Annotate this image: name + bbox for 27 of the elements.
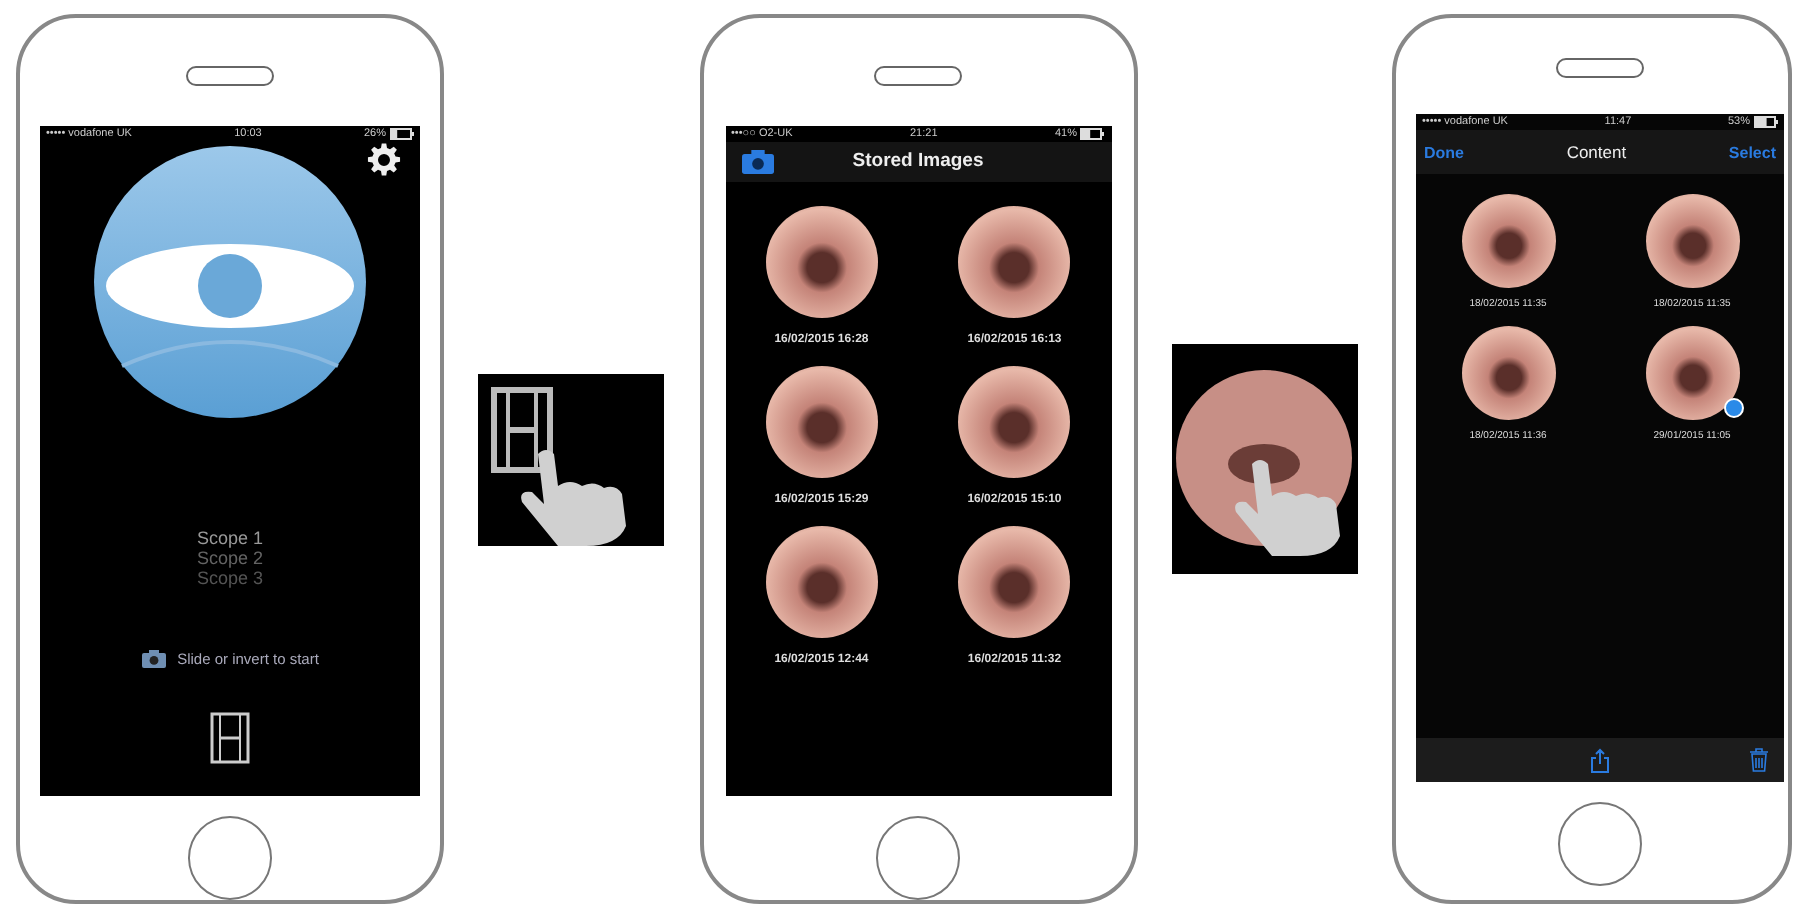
done-button[interactable]: Done [1424, 143, 1464, 161]
screen-title: Content [1566, 142, 1627, 162]
speaker-slot [186, 66, 274, 86]
settings-icon[interactable] [366, 141, 402, 178]
battery-icon [1080, 127, 1105, 140]
share-icon[interactable] [1589, 747, 1609, 773]
battery-icon [1754, 116, 1778, 128]
camera-icon [141, 649, 166, 668]
scope-option[interactable]: Scope 3 [196, 569, 264, 590]
film-strip-icon[interactable] [210, 711, 250, 764]
select-button[interactable]: Select [1728, 143, 1776, 161]
screen-title: Stored Images [852, 150, 984, 173]
eye-logo-icon [94, 145, 366, 418]
photo-placeholder[interactable] [1645, 326, 1739, 420]
battery-icon [390, 127, 414, 140]
home-button[interactable] [876, 816, 960, 900]
photo-placeholder[interactable] [1461, 194, 1555, 288]
scope-option[interactable]: Scope 1 [196, 529, 264, 550]
speaker-slot [1556, 58, 1644, 78]
scope-option[interactable]: Scope 2 [196, 549, 264, 570]
photo-placeholder[interactable] [1461, 326, 1555, 420]
home-button[interactable] [1558, 802, 1642, 886]
home-button[interactable] [188, 816, 272, 900]
photo-placeholder[interactable] [1645, 194, 1739, 288]
camera-icon[interactable] [741, 149, 773, 174]
speaker-slot [874, 66, 962, 86]
trash-icon[interactable] [1750, 748, 1768, 772]
